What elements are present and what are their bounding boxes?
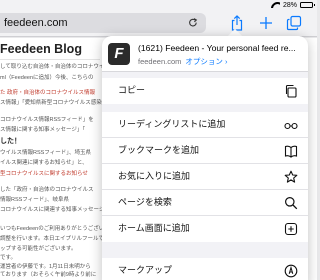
action-add-to-home[interactable]: ホーム画面に追加	[102, 216, 308, 242]
battery-icon	[300, 2, 315, 8]
action-label: お気に入りに追加	[118, 172, 191, 182]
shared-page-domain: feedeen.com	[138, 57, 182, 66]
action-reading-list[interactable]: リーディングリストに追加	[102, 112, 308, 138]
address-bar[interactable]: feedeen.com	[0, 13, 206, 33]
page-text: した！	[0, 138, 21, 145]
page-text: コロナウイルスに関連する知事メッセージ	[0, 207, 105, 213]
copy-icon	[284, 84, 298, 98]
action-label: マークアップ	[118, 266, 173, 276]
new-tab-icon[interactable]	[258, 15, 274, 31]
action-group-page: リーディングリストに追加 ブックマークを追加 お気に入りに追加 ページを検索 ホ…	[102, 112, 308, 242]
tabs-icon[interactable]	[286, 15, 302, 31]
action-label: リーディングリストに追加	[118, 120, 226, 130]
star-icon	[284, 170, 298, 184]
wifi-icon	[271, 2, 280, 8]
action-add-favorite[interactable]: お気に入りに追加	[102, 164, 308, 190]
action-group-copy: コピー	[102, 78, 308, 104]
page-text: ス情報に関する知事メッセージ」「	[0, 127, 86, 133]
book-icon	[284, 144, 298, 158]
divider	[0, 59, 100, 60]
page-text: イルス関連に関するお知らせ」と、	[0, 160, 88, 166]
page-text: いつもFeedeenのご利用ありがとうございます	[0, 226, 116, 232]
share-sheet: F (1621) Feedeen - Your personal feed re…	[102, 36, 308, 280]
action-add-bookmark[interactable]: ブックマークを追加	[102, 138, 308, 164]
action-group-markup: マークアップ	[102, 258, 308, 280]
shared-page-title: (1621) Feedeen - Your personal feed re..…	[138, 43, 296, 53]
blog-title: Feedeen Blog	[0, 42, 82, 56]
browser-toolbar: feedeen.com	[0, 10, 317, 37]
page-text: 調整を行います。本日エイプリルフールでの	[0, 236, 110, 242]
status-indicators: 28%	[271, 1, 315, 9]
page-text: した「政府・自治体のコロナウイルス	[0, 187, 94, 193]
page-text: です。	[0, 255, 16, 261]
page-text: 情報RSSフィード」、岐阜県	[0, 197, 69, 203]
reload-icon[interactable]	[188, 18, 198, 28]
page-text: ml（Feedeenに追加）今後、こちらの	[0, 75, 94, 81]
action-label: ホーム画面に追加	[118, 224, 190, 234]
feedeen-logo: F	[108, 43, 130, 65]
action-label: ブックマークを追加	[118, 146, 200, 156]
markup-icon	[284, 264, 298, 278]
address-text: feedeen.com	[4, 17, 68, 29]
status-bar: 28%	[0, 0, 317, 10]
action-find-on-page[interactable]: ページを検索	[102, 190, 308, 216]
page-text[interactable]: 型コロナウイルスに関するお知らせ	[0, 169, 88, 177]
page-text: ております（おそらく午前9時より前に	[0, 272, 97, 278]
page-text[interactable]: た 政府・自治体のコロナウイルス情報	[0, 88, 95, 96]
glasses-icon	[284, 118, 298, 132]
action-label: ページを検索	[118, 198, 172, 208]
action-copy[interactable]: コピー	[102, 78, 308, 104]
action-markup[interactable]: マークアップ	[102, 258, 308, 280]
share-icon[interactable]	[229, 15, 245, 31]
page-text: 運営者の伊藤です。1月11日未明から	[0, 264, 91, 270]
page-text: コロナウイルス情報RSSフィード」を	[0, 117, 94, 123]
action-label: コピー	[118, 86, 146, 96]
page-text: ス情報」「愛知県新型コロナウイルス感染症	[0, 100, 108, 106]
shared-page-subtitle: feedeen.com オプション ›	[138, 56, 227, 67]
page-text: ウイルス情報RSSフィード」、埼玉県	[0, 150, 91, 156]
page-text: ップする可能性がございます。	[0, 246, 77, 252]
share-sheet-header[interactable]: F (1621) Feedeen - Your personal feed re…	[102, 36, 308, 72]
add-square-icon	[284, 222, 298, 236]
options-link[interactable]: オプション ›	[185, 57, 227, 66]
search-icon	[284, 196, 298, 210]
battery-percent: 28%	[282, 1, 297, 9]
